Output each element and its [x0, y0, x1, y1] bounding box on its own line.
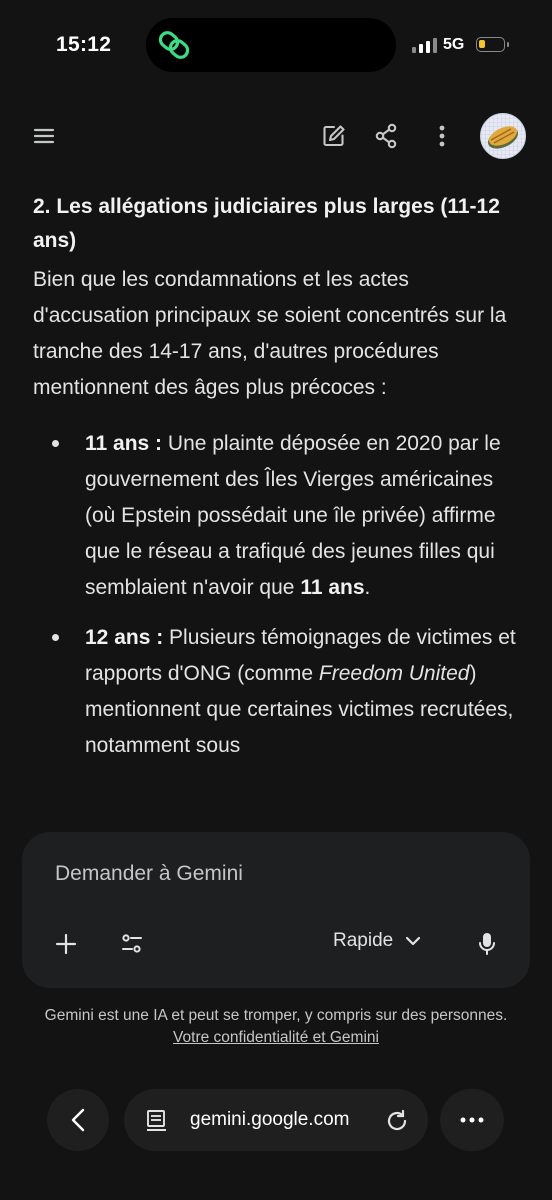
status-bar: 15:12 5G	[0, 0, 552, 92]
link-icon	[158, 31, 192, 64]
more-horiz-icon	[440, 1089, 504, 1151]
top-app-bar	[0, 110, 552, 162]
address-bar[interactable]: gemini.google.com	[124, 1089, 428, 1151]
avatar[interactable]	[480, 113, 526, 159]
privacy-link[interactable]: Votre confidentialité et Gemini	[173, 1029, 379, 1046]
list-item: 11 ans : Une plainte déposée en 2020 par…	[33, 426, 523, 606]
bullet-lead: 12 ans :	[85, 626, 164, 649]
model-label: Rapide	[333, 930, 394, 951]
more-button[interactable]	[440, 1089, 504, 1151]
model-selector[interactable]: Rapide	[333, 930, 421, 952]
tune-icon[interactable]	[116, 928, 148, 960]
disclaimer-text: Gemini est une IA et peut se tromper, y …	[44, 1007, 508, 1024]
edit-icon[interactable]	[314, 114, 354, 158]
bullet-text: Une plainte déposée en 2020 par le gouve…	[85, 432, 501, 599]
bullet-dot	[52, 634, 59, 641]
bullet-italic: Freedom United	[318, 662, 470, 685]
page-icon	[144, 1108, 170, 1134]
bullet-emphasis: 11 ans	[300, 576, 365, 599]
menu-icon[interactable]	[26, 116, 62, 156]
prompt-input[interactable]: Demander à Gemini	[55, 862, 243, 886]
reload-icon[interactable]	[382, 1106, 412, 1136]
more-vert-icon[interactable]	[424, 114, 460, 158]
back-icon	[47, 1089, 109, 1151]
bullet-list: 11 ans : Une plainte déposée en 2020 par…	[33, 426, 523, 764]
battery-icon	[476, 37, 505, 52]
bullet-tail: .	[364, 576, 371, 599]
chevron-down-icon	[405, 930, 421, 952]
url-text: gemini.google.com	[190, 1109, 350, 1130]
intro-paragraph: Bien que les condamnations et les actes …	[33, 268, 507, 399]
bullet-dot	[52, 440, 59, 447]
network-type: 5G	[443, 36, 465, 53]
section-heading: 2. Les allégations judiciaires plus larg…	[33, 195, 500, 252]
signal-icon	[412, 38, 437, 53]
prompt-composer: Demander à Gemini Rapide	[22, 832, 530, 988]
status-time: 15:12	[56, 33, 112, 56]
list-item: 12 ans : Plusieurs témoignages de victim…	[33, 620, 523, 764]
disclaimer: Gemini est une IA et peut se tromper, y …	[30, 1005, 522, 1049]
bullet-lead: 11 ans :	[85, 432, 163, 455]
dynamic-island	[146, 18, 396, 72]
share-icon[interactable]	[366, 114, 406, 158]
response-content: 2. Les allégations judiciaires plus larg…	[33, 190, 523, 778]
mic-icon[interactable]	[472, 928, 502, 960]
back-button[interactable]	[47, 1089, 109, 1151]
plus-icon[interactable]	[50, 928, 82, 960]
